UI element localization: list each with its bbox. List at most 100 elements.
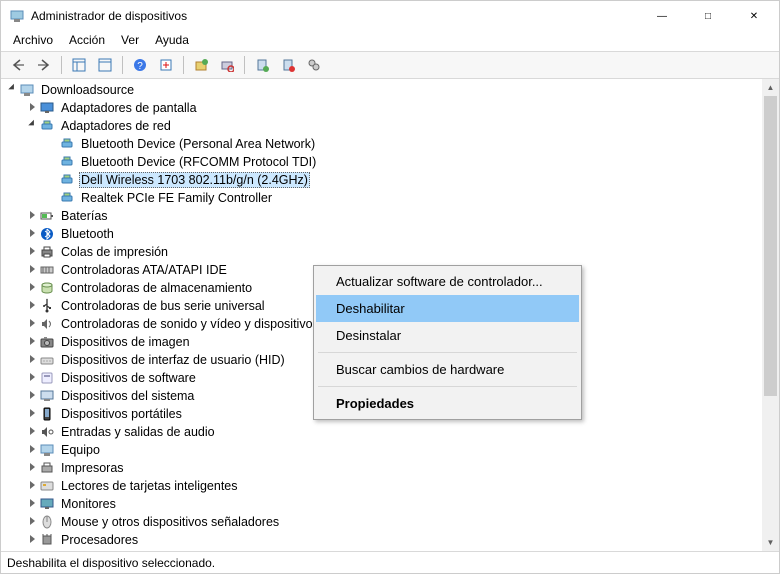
expand-arrow-icon[interactable] bbox=[5, 84, 19, 97]
smartcard-icon bbox=[39, 478, 55, 494]
titlebar: Administrador de dispositivos — □ ✕ bbox=[1, 1, 779, 31]
context-menu-item[interactable]: Propiedades bbox=[316, 390, 579, 417]
tree-item[interactable]: Bluetooth bbox=[1, 225, 779, 243]
tree-item[interactable]: Bluetooth Device (Personal Area Network) bbox=[1, 135, 779, 153]
network-icon bbox=[59, 190, 75, 206]
window-controls: — □ ✕ bbox=[639, 1, 777, 31]
status-text: Deshabilita el dispositivo seleccionado. bbox=[7, 556, 215, 570]
show-tree-button[interactable] bbox=[67, 54, 91, 76]
context-menu-item[interactable]: Desinstalar bbox=[316, 322, 579, 349]
close-button[interactable]: ✕ bbox=[731, 1, 777, 31]
network-icon bbox=[59, 136, 75, 152]
minimize-button[interactable]: — bbox=[639, 1, 685, 31]
context-menu-separator bbox=[318, 352, 577, 353]
storage-icon bbox=[39, 280, 55, 296]
tree-item-label: Controladoras ATA/ATAPI IDE bbox=[59, 263, 229, 277]
menu-accion[interactable]: Acción bbox=[61, 31, 113, 51]
forward-button[interactable] bbox=[32, 54, 56, 76]
battery-icon bbox=[39, 208, 55, 224]
monitor-icon bbox=[39, 496, 55, 512]
tree-item-label: Procesadores bbox=[59, 533, 140, 547]
expand-arrow-icon[interactable] bbox=[25, 409, 39, 420]
expand-arrow-icon[interactable] bbox=[25, 265, 39, 276]
menu-ayuda[interactable]: Ayuda bbox=[147, 31, 197, 51]
expand-arrow-icon[interactable] bbox=[25, 391, 39, 402]
toolbar: ? bbox=[1, 51, 779, 79]
tree-item-label: Bluetooth Device (RFCOMM Protocol TDI) bbox=[79, 155, 318, 169]
vertical-scrollbar[interactable]: ▲ ▼ bbox=[762, 79, 779, 551]
properties-button[interactable] bbox=[302, 54, 326, 76]
computer-icon bbox=[19, 82, 35, 98]
help-button[interactable]: ? bbox=[128, 54, 152, 76]
tree-root[interactable]: Downloadsource bbox=[1, 81, 779, 99]
expand-arrow-icon[interactable] bbox=[25, 463, 39, 474]
tree-item[interactable]: Adaptadores de red bbox=[1, 117, 779, 135]
ide-icon bbox=[39, 262, 55, 278]
tree-item-label: Dispositivos del sistema bbox=[59, 389, 196, 403]
expand-arrow-icon[interactable] bbox=[25, 355, 39, 366]
tree-item[interactable]: Bluetooth Device (RFCOMM Protocol TDI) bbox=[1, 153, 779, 171]
menu-ver[interactable]: Ver bbox=[113, 31, 147, 51]
context-menu-item[interactable]: Actualizar software de controlador... bbox=[316, 268, 579, 295]
scroll-thumb[interactable] bbox=[764, 96, 777, 396]
scroll-up-button[interactable]: ▲ bbox=[762, 79, 779, 96]
tree-item-label: Monitores bbox=[59, 497, 118, 511]
maximize-button[interactable]: □ bbox=[685, 1, 731, 31]
menu-archivo[interactable]: Archivo bbox=[5, 31, 61, 51]
expand-arrow-icon[interactable] bbox=[25, 283, 39, 294]
expand-arrow-icon[interactable] bbox=[25, 481, 39, 492]
tree-item[interactable]: Equipo bbox=[1, 441, 779, 459]
tree-item[interactable]: Lectores de tarjetas inteligentes bbox=[1, 477, 779, 495]
expand-arrow-icon[interactable] bbox=[25, 319, 39, 330]
bluetooth-icon bbox=[39, 226, 55, 242]
expand-arrow-icon[interactable] bbox=[25, 301, 39, 312]
expand-arrow-icon[interactable] bbox=[25, 427, 39, 438]
tree-item-label: Controladoras de bus serie universal bbox=[59, 299, 267, 313]
hid-icon bbox=[39, 352, 55, 368]
expand-arrow-icon[interactable] bbox=[25, 229, 39, 240]
tree-item[interactable]: Entradas y salidas de audio bbox=[1, 423, 779, 441]
expand-arrow-icon[interactable] bbox=[25, 517, 39, 528]
portable-icon bbox=[39, 406, 55, 422]
tree-item[interactable]: Mouse y otros dispositivos señaladores bbox=[1, 513, 779, 531]
context-menu-separator bbox=[318, 386, 577, 387]
printer2-icon bbox=[39, 460, 55, 476]
tree-item[interactable]: Monitores bbox=[1, 495, 779, 513]
device-tree[interactable]: DownloadsourceAdaptadores de pantallaAda… bbox=[1, 79, 779, 551]
tree-item-label: Bluetooth Device (Personal Area Network) bbox=[79, 137, 317, 151]
collapse-arrow-icon[interactable] bbox=[25, 120, 39, 133]
tree-item[interactable]: Baterías bbox=[1, 207, 779, 225]
tree-item[interactable]: Realtek PCIe FE Family Controller bbox=[1, 189, 779, 207]
tree-item-label: Baterías bbox=[59, 209, 110, 223]
action-button[interactable] bbox=[154, 54, 178, 76]
expand-arrow-icon[interactable] bbox=[25, 535, 39, 546]
software-icon bbox=[39, 370, 55, 386]
scan-button[interactable] bbox=[215, 54, 239, 76]
tree-item-label: Entradas y salidas de audio bbox=[59, 425, 217, 439]
tree-item[interactable]: Adaptadores de pantalla bbox=[1, 99, 779, 117]
disable-button[interactable] bbox=[276, 54, 300, 76]
expand-arrow-icon[interactable] bbox=[25, 103, 39, 114]
cpu-icon bbox=[39, 532, 55, 548]
expand-arrow-icon[interactable] bbox=[25, 211, 39, 222]
expand-arrow-icon[interactable] bbox=[25, 499, 39, 510]
context-menu-item[interactable]: Buscar cambios de hardware bbox=[316, 356, 579, 383]
show-panel-button[interactable] bbox=[93, 54, 117, 76]
uninstall-button[interactable] bbox=[250, 54, 274, 76]
scroll-down-button[interactable]: ▼ bbox=[762, 534, 779, 551]
tree-item[interactable]: Colas de impresión bbox=[1, 243, 779, 261]
usb-icon bbox=[39, 298, 55, 314]
context-menu-item[interactable]: Deshabilitar bbox=[316, 295, 579, 322]
update-driver-button[interactable] bbox=[189, 54, 213, 76]
scroll-track[interactable] bbox=[762, 96, 779, 534]
tree-item[interactable]: Impresoras bbox=[1, 459, 779, 477]
expand-arrow-icon[interactable] bbox=[25, 337, 39, 348]
expand-arrow-icon[interactable] bbox=[25, 247, 39, 258]
tree-item-label: Dispositivos de software bbox=[59, 371, 198, 385]
network-icon bbox=[39, 118, 55, 134]
tree-item[interactable]: Procesadores bbox=[1, 531, 779, 549]
expand-arrow-icon[interactable] bbox=[25, 445, 39, 456]
tree-item[interactable]: Dell Wireless 1703 802.11b/g/n (2.4GHz) bbox=[1, 171, 779, 189]
expand-arrow-icon[interactable] bbox=[25, 373, 39, 384]
back-button[interactable] bbox=[6, 54, 30, 76]
